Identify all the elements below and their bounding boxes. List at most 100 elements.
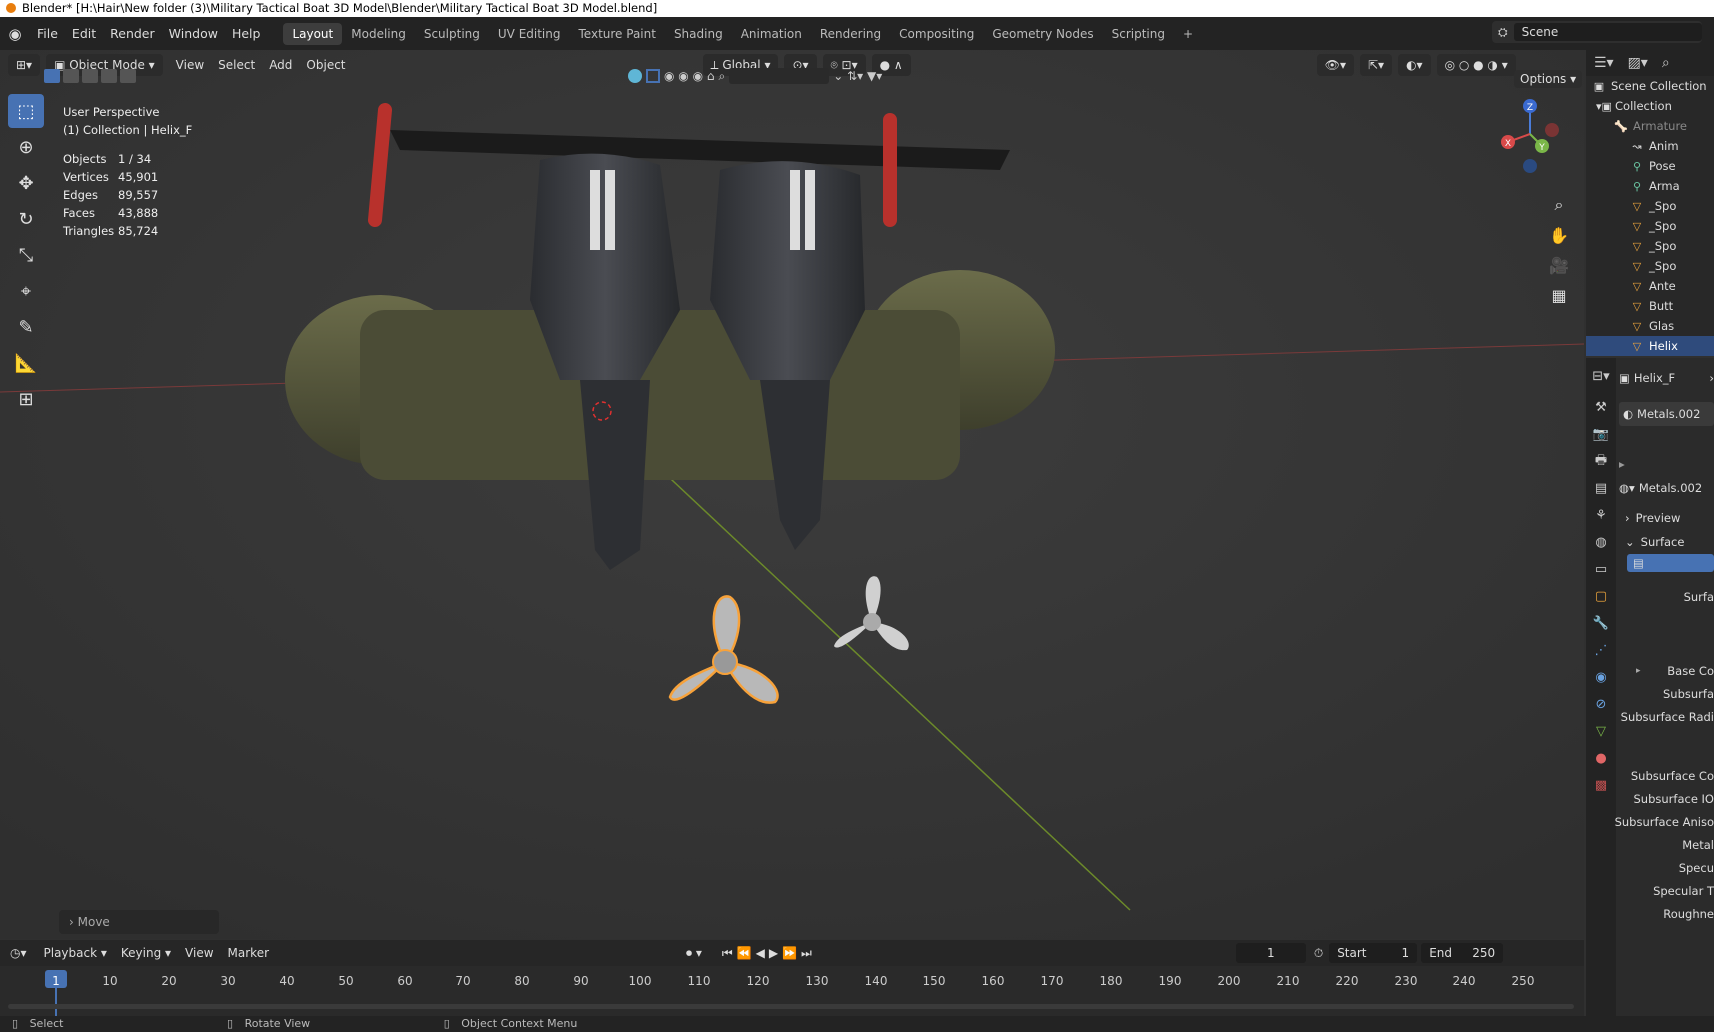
transform-tool-icon[interactable]: ⌖ bbox=[8, 274, 44, 308]
timeline-editor-icon[interactable]: ◷▾ bbox=[10, 946, 27, 960]
workspace-tab-sculpting[interactable]: Sculpting bbox=[415, 23, 489, 45]
scene-selector[interactable]: ⛭ Scene bbox=[1492, 21, 1702, 43]
measure-tool-icon[interactable]: 📐 bbox=[8, 346, 44, 380]
select-subtract-icon[interactable] bbox=[82, 69, 98, 83]
playback-controls[interactable]: ⏮⏪◀▶⏩⏭ bbox=[722, 946, 816, 961]
texture-tab-icon[interactable]: ▩ bbox=[1586, 772, 1616, 799]
timeline-menu-keying[interactable]: Keying ▾ bbox=[114, 946, 178, 960]
surface-field[interactable]: Surfa bbox=[1684, 590, 1714, 604]
workspace-tab-modeling[interactable]: Modeling bbox=[342, 23, 415, 45]
search-input[interactable] bbox=[729, 68, 830, 84]
menu-render[interactable]: Render bbox=[103, 26, 162, 41]
outliner-display-mode-icon[interactable]: ☰▾ bbox=[1594, 55, 1614, 71]
surface-section[interactable]: ⌄ Surface bbox=[1619, 530, 1714, 554]
start-frame-field[interactable]: Start 1 bbox=[1329, 943, 1418, 963]
properties-editor-icon[interactable]: ⊟▾ bbox=[1586, 358, 1616, 394]
outliner-item[interactable]: ⚲ Arma bbox=[1586, 176, 1714, 196]
material-selector[interactable]: ◍▾ Metals.002 bbox=[1619, 476, 1714, 500]
preview-section[interactable]: › Preview bbox=[1619, 506, 1714, 530]
menu-window[interactable]: Window bbox=[162, 26, 225, 41]
subsurface-ior-field[interactable]: Subsurface IO bbox=[1634, 792, 1714, 806]
subsurface-field[interactable]: Subsurfa bbox=[1663, 687, 1714, 701]
world-tab-icon[interactable]: ◍ bbox=[1586, 529, 1616, 556]
end-frame-field[interactable]: End 250 bbox=[1421, 943, 1504, 963]
shading-mode-buttons[interactable]: ◎ ○ ● ◑ ▾ bbox=[1436, 54, 1516, 76]
workspace-tab-geometry-nodes[interactable]: Geometry Nodes bbox=[983, 23, 1102, 45]
slot-expand-icon[interactable]: ▸ bbox=[1619, 452, 1714, 476]
physics-tab-icon[interactable]: ◉ bbox=[1586, 664, 1616, 691]
material-tab-icon[interactable]: ● bbox=[1586, 745, 1616, 772]
menu-file[interactable]: File bbox=[30, 26, 65, 41]
outliner-item[interactable]: ▽ _Spo bbox=[1586, 236, 1714, 256]
surface-node-button[interactable]: ▤ bbox=[1627, 554, 1714, 572]
viewport-menu-add[interactable]: Add bbox=[262, 58, 299, 72]
current-frame-field[interactable]: 1 bbox=[1235, 943, 1306, 963]
view-layer-tab-icon[interactable]: ▤ bbox=[1586, 475, 1616, 502]
outliner-item[interactable]: ▣ Scene Collection bbox=[1586, 76, 1714, 96]
roughness-field[interactable]: Roughne bbox=[1663, 907, 1714, 921]
last-operator-panel[interactable]: › Move bbox=[59, 910, 219, 934]
selectable-icon[interactable] bbox=[646, 69, 660, 83]
record-button-icon[interactable]: ⏺ ▾ bbox=[686, 946, 702, 961]
workspace-tab-animation[interactable]: Animation bbox=[732, 23, 811, 45]
outliner-search-icon[interactable]: ⌕ bbox=[1662, 55, 1670, 71]
cursor-tool-icon[interactable]: ⊕ bbox=[8, 130, 44, 164]
viewport-menu-view[interactable]: View bbox=[169, 58, 211, 72]
menu-help[interactable]: Help bbox=[225, 26, 268, 41]
rotate-tool-icon[interactable]: ↻ bbox=[8, 202, 44, 236]
gizmo-neg-x-ball[interactable] bbox=[1545, 123, 1559, 137]
visibility-button[interactable]: 👁▾ bbox=[1316, 54, 1354, 76]
viewport-menu-select[interactable]: Select bbox=[211, 58, 262, 72]
search-icon[interactable]: ⌕ bbox=[718, 69, 725, 84]
navigation-gizmo[interactable]: Z X Y bbox=[1490, 94, 1570, 174]
camera-view-icon[interactable]: 🎥 bbox=[1544, 250, 1574, 280]
gizmo-toggle-button[interactable]: ⇱▾ bbox=[1359, 54, 1393, 76]
select-intersect-icon[interactable] bbox=[120, 69, 136, 83]
scene-name[interactable]: Scene bbox=[1513, 23, 1702, 41]
select-box-tool-icon[interactable]: ⬚ bbox=[8, 94, 44, 128]
overlay-toggle-button[interactable]: ◐▾ bbox=[1398, 54, 1431, 76]
outliner-item[interactable]: ▽ Butt bbox=[1586, 296, 1714, 316]
specular-field[interactable]: Specu bbox=[1679, 861, 1714, 875]
outliner-item[interactable]: ▽ _Spo bbox=[1586, 196, 1714, 216]
3d-viewport[interactable]: ⊞▾ ▣ Object Mode ▾ View Select Add Objec… bbox=[0, 50, 1584, 939]
timeline-menu-playback[interactable]: Playback ▾ bbox=[37, 946, 114, 960]
data-tab-icon[interactable]: ▽ bbox=[1586, 718, 1616, 745]
workspace-tab-shading[interactable]: Shading bbox=[665, 23, 732, 45]
workspace-tab-uv-editing[interactable]: UV Editing bbox=[489, 23, 570, 45]
workspace-tab-compositing[interactable]: Compositing bbox=[890, 23, 983, 45]
specular-tint-field[interactable]: Specular T bbox=[1653, 884, 1714, 898]
outliner-item[interactable]: ▽ _Spo bbox=[1586, 256, 1714, 276]
outliner-item[interactable]: 🦴 Armature bbox=[1586, 116, 1714, 136]
chevron-right-icon[interactable]: › bbox=[1709, 371, 1714, 385]
clock-icon[interactable]: ⏱ bbox=[1314, 946, 1323, 961]
material-slot[interactable]: ◐ Metals.002 bbox=[1619, 402, 1714, 426]
timeline-scrollbar[interactable] bbox=[8, 1004, 1574, 1009]
menu-edit[interactable]: Edit bbox=[65, 26, 103, 41]
zoom-icon[interactable]: ⌕ bbox=[1544, 190, 1574, 220]
outliner-item[interactable]: ▽ Glas bbox=[1586, 316, 1714, 336]
base-color-expand-icon[interactable]: ▸ bbox=[1636, 666, 1641, 676]
output-tab-icon[interactable]: 🖶 bbox=[1586, 448, 1616, 475]
gizmo-neg-z-ball[interactable] bbox=[1523, 159, 1537, 173]
outliner-item[interactable]: ↝ Anim bbox=[1586, 136, 1714, 156]
timeline-menu-marker[interactable]: Marker bbox=[221, 946, 276, 960]
tool-tab-icon[interactable]: ⚒ bbox=[1586, 394, 1616, 421]
outliner-item[interactable]: ▽ _Spo bbox=[1586, 216, 1714, 236]
collection-tab-icon[interactable]: ▭ bbox=[1586, 556, 1616, 583]
select-new-icon[interactable] bbox=[44, 69, 60, 83]
object-type-icon[interactable] bbox=[628, 69, 642, 83]
filter-icon[interactable]: ⌄ ⇅▾ ▼▾ bbox=[833, 69, 882, 83]
blender-menu-icon[interactable]: ◉ bbox=[0, 25, 30, 43]
render-tab-icon[interactable]: 📷 bbox=[1586, 421, 1616, 448]
constraints-tab-icon[interactable]: ⊘ bbox=[1586, 691, 1616, 718]
outliner-filter-icon[interactable]: ▨▾ bbox=[1628, 55, 1648, 71]
subsurface-radius-field[interactable]: Subsurface Radi bbox=[1621, 710, 1714, 724]
base-color-field[interactable]: Base Co bbox=[1667, 664, 1714, 678]
subsurface-color-field[interactable]: Subsurface Co bbox=[1631, 769, 1714, 783]
annotate-tool-icon[interactable]: ✎ bbox=[8, 310, 44, 344]
metallic-field[interactable]: Metal bbox=[1682, 838, 1714, 852]
ortho-grid-icon[interactable]: ▦ bbox=[1544, 280, 1574, 310]
editor-type-button[interactable]: ⊞▾ bbox=[8, 54, 41, 76]
particles-tab-icon[interactable]: ⋰ bbox=[1586, 637, 1616, 664]
